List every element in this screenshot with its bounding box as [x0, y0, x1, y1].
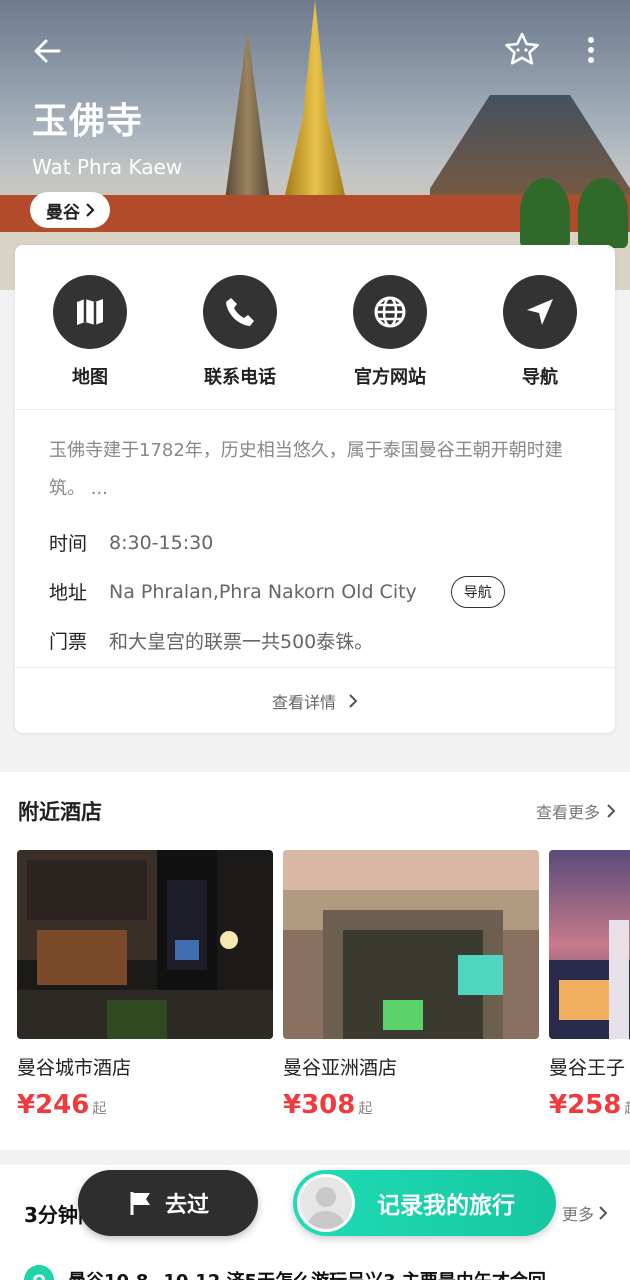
section-title: 附近酒店 [18, 800, 102, 824]
been-there-button[interactable]: 去过 [78, 1170, 258, 1236]
info-card: 地图 联系电话 官方网站 导航 玉佛寺建于1782年，历史相当悠久，属于泰国曼谷… [15, 245, 615, 733]
hero-tree [520, 178, 570, 248]
view-details-link[interactable]: 查看详情 [15, 667, 615, 733]
more-label: 更多 [561, 1205, 594, 1224]
time-row: 时间 8:30-15:30 [15, 518, 615, 567]
more-menu-button[interactable] [578, 30, 604, 70]
hotel-price: ¥246 起 [17, 1090, 273, 1120]
action-bar: 地图 联系电话 官方网站 导航 [15, 245, 615, 410]
page-subtitle: Wat Phra Kaew [32, 155, 183, 179]
time-label: 时间 [49, 533, 88, 555]
globe-icon [374, 296, 406, 328]
chevron-right-icon [599, 1206, 608, 1220]
address-navigation-chip[interactable]: 导航 [450, 575, 505, 608]
website-button[interactable]: 官方网站 [315, 245, 465, 409]
price-suffix: 起 [358, 1101, 373, 1117]
user-avatar-icon [306, 1187, 346, 1229]
nearby-hotels-section: 附近酒店 查看更多 曼谷城市酒店 ¥246 起 曼谷亚洲酒店 ¥308 起 曼谷… [0, 772, 630, 1150]
hotel-card[interactable]: 曼谷亚洲酒店 ¥308 起 [283, 850, 539, 1120]
price-value: ¥308 [283, 1090, 356, 1120]
qa-item[interactable]: Q 曼谷10.8--10.12 济5天怎么游玩呈兴3 主要是由午才合回 [24, 1265, 546, 1280]
back-arrow-icon [34, 39, 61, 63]
avatar [297, 1174, 355, 1232]
hotel-name: 曼谷城市酒店 [17, 1057, 132, 1079]
hotels-more-link[interactable]: 查看更多 [536, 799, 616, 823]
hotel-price: ¥308 起 [283, 1090, 539, 1120]
map-icon-circle [53, 275, 127, 349]
price-value: ¥246 [17, 1090, 90, 1120]
more-label: 查看更多 [535, 803, 600, 822]
phone-icon [226, 298, 254, 326]
question-badge: Q [24, 1265, 54, 1280]
ticket-row: 门票 和大皇宫的联票一共500泰铢。 [15, 616, 615, 665]
back-button[interactable] [28, 32, 66, 70]
description-text[interactable]: 玉佛寺建于1782年，历史相当悠久，属于泰国曼谷王朝开朝时建筑。 ... [15, 410, 615, 508]
ticket-value: 和大皇宫的联票一共500泰铢。 [109, 631, 374, 653]
hotel-card[interactable]: 曼谷王子 ¥258 起 [549, 850, 630, 1120]
price-suffix: 起 [624, 1098, 630, 1118]
record-trip-label: 记录我的旅行 [377, 1193, 515, 1219]
been-there-label: 去过 [164, 1193, 209, 1218]
favorite-button[interactable] [500, 28, 544, 72]
page-title: 玉佛寺 [32, 101, 144, 142]
website-label: 官方网站 [354, 367, 426, 388]
flag-icon [130, 1192, 150, 1215]
navigation-label: 导航 [522, 367, 558, 388]
globe-icon-circle [353, 275, 427, 349]
hotel-name: 曼谷王子 [549, 1057, 626, 1079]
qa-more-link[interactable]: 更多 [562, 1201, 608, 1225]
map-label: 地图 [72, 367, 108, 388]
chevron-right-icon [349, 693, 358, 708]
navigation-icon [527, 299, 553, 325]
city-label: 曼谷 [46, 202, 80, 223]
more-vertical-icon [588, 37, 594, 63]
ticket-label: 门票 [49, 631, 88, 653]
star-icon [505, 32, 539, 65]
price-value: ¥258 [549, 1090, 622, 1120]
price-suffix: 起 [92, 1101, 107, 1117]
navigation-button[interactable]: 导航 [465, 245, 615, 409]
chevron-right-icon [607, 804, 616, 818]
phone-icon-circle [203, 275, 277, 349]
hotel-price: ¥258 起 [549, 1090, 630, 1120]
map-button[interactable]: 地图 [15, 245, 165, 409]
navigation-icon-circle [503, 275, 577, 349]
phone-button[interactable]: 联系电话 [165, 245, 315, 409]
address-label: 地址 [49, 582, 88, 604]
chevron-right-icon [86, 203, 95, 217]
hotel-photo [17, 850, 273, 1039]
city-chip[interactable]: 曼谷 [30, 192, 110, 228]
hotel-photo [283, 850, 539, 1039]
time-value: 8:30-15:30 [109, 531, 214, 554]
hotel-card[interactable]: 曼谷城市酒店 ¥246 起 [17, 850, 273, 1120]
phone-label: 联系电话 [204, 367, 276, 388]
view-details-label: 查看详情 [271, 692, 336, 712]
hotel-photo [549, 850, 630, 1039]
record-trip-button[interactable]: 记录我的旅行 [293, 1170, 556, 1236]
hero-tree [578, 178, 628, 248]
address-value: Na Phralan,Phra Nakorn Old City [109, 580, 417, 603]
map-icon [77, 299, 103, 325]
question-text: 曼谷10.8--10.12 济5天怎么游玩呈兴3 主要是由午才合回 [68, 1267, 546, 1280]
hotel-name: 曼谷亚洲酒店 [283, 1057, 398, 1079]
address-row: 地址 Na Phralan,Phra Nakorn Old City 导航 [15, 567, 615, 616]
